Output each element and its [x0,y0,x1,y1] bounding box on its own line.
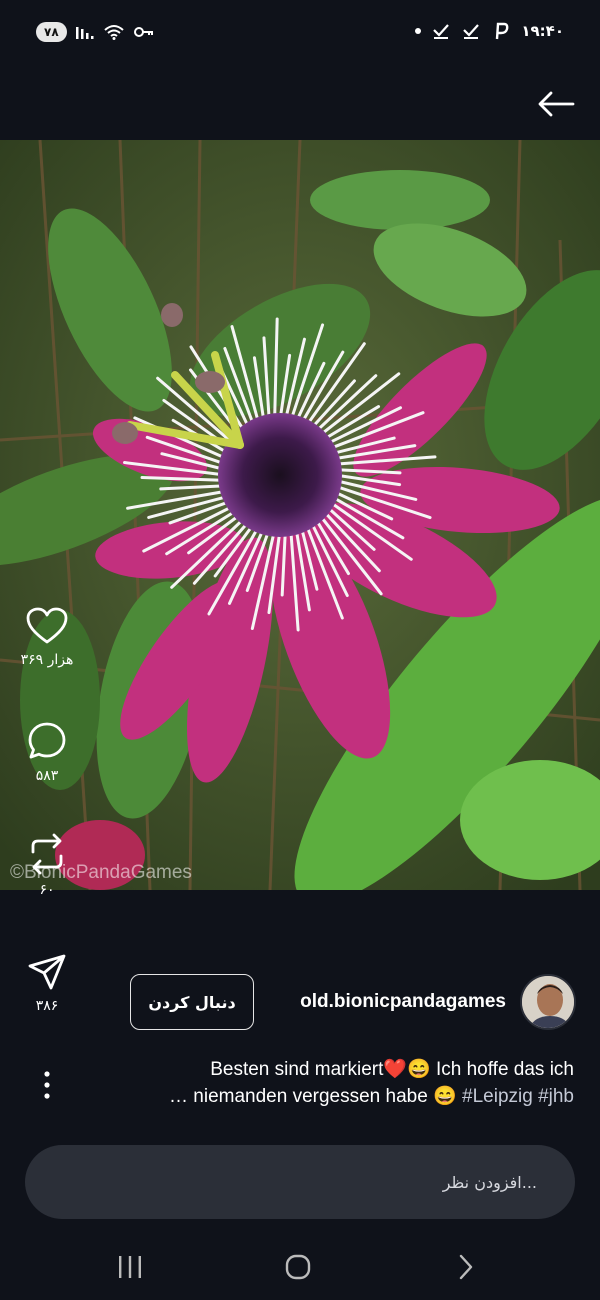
share-button[interactable]: ۳۸۶ [0,952,94,1014]
recent-apps-button[interactable] [110,1250,150,1284]
key-icon [133,27,153,37]
post-caption: Besten sind markiert❤️😄 Ich hoffe das ic… [74,1056,574,1110]
share-count: ۳۸۶ [35,998,59,1014]
top-header [0,68,600,140]
comment-count: ۵۸۳ [35,768,59,784]
send-icon [28,954,66,990]
avatar[interactable] [520,974,576,1030]
signal-icon [75,27,94,39]
status-bar: ۷۸ ۱۹:۴۰ [0,0,600,68]
battery-indicator: ۷۸ [36,22,67,42]
caption-line-1: Besten sind markiert❤️😄 Ich hoffe das ic… [210,1059,574,1080]
author-row: دنبال کردن old.bionicpandagames [130,974,576,1030]
follow-button[interactable]: دنبال کردن [130,974,254,1030]
like-count: ۳۶۹ هزار [20,652,74,668]
repost-button[interactable]: ۶۰ [0,832,94,898]
back-arrow-icon [538,91,575,117]
check-icon [463,24,480,39]
comment-placeholder: افزودن نظر... [442,1172,537,1192]
home-icon [285,1254,311,1280]
clock: ۱۹:۴۰ [521,22,564,40]
nav-back-button[interactable] [446,1250,486,1284]
caption-hashtags[interactable]: #Leipzig #jhb [462,1086,574,1107]
back-button[interactable] [530,78,582,130]
caption-line-2: … niemanden vergessen habe 😄 #Leipzig #j… [74,1083,574,1110]
repost-icon [31,833,63,875]
home-button[interactable] [278,1250,318,1284]
avatar-image [522,976,574,1028]
wifi-icon [103,25,124,40]
nav-back-icon [459,1254,473,1280]
comment-button[interactable]: ۵۸۳ [0,720,94,784]
heart-icon [26,607,68,644]
caption-line-2-text: … niemanden vergessen habe 😄 [169,1086,463,1107]
repost-count: ۶۰ [39,882,55,898]
more-icon [44,1071,50,1099]
status-right: ۱۹:۴۰ [415,22,564,40]
recent-apps-icon [119,1256,141,1278]
like-button[interactable]: ۳۶۹ هزار [0,606,94,668]
system-nav-bar [0,1230,600,1300]
status-left: ۷۸ [36,22,155,42]
check-icon [433,24,450,39]
p-icon [496,22,509,40]
comment-icon [28,722,66,759]
comment-input[interactable]: افزودن نظر... [25,1145,575,1219]
notification-dot [415,28,422,34]
username[interactable]: old.bionicpandagames [300,991,506,1013]
